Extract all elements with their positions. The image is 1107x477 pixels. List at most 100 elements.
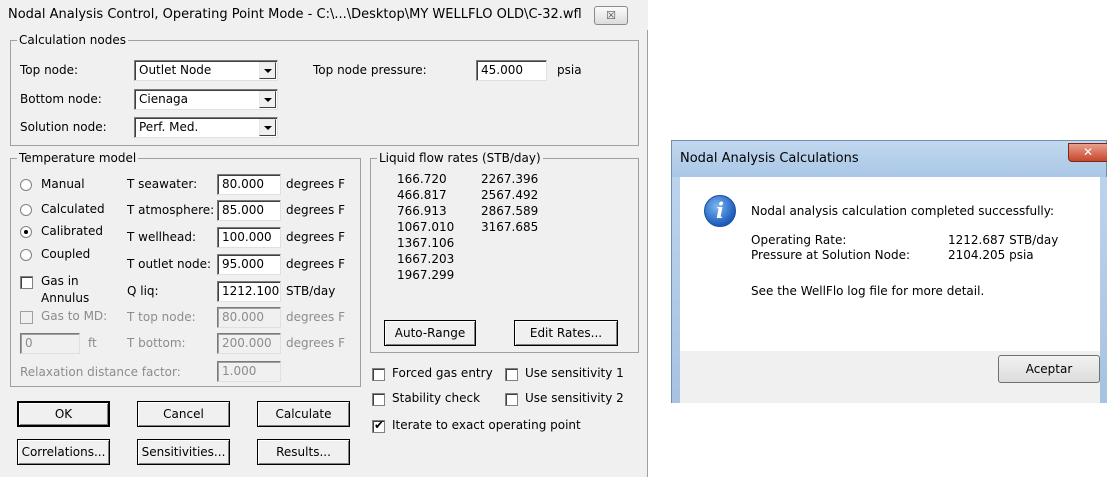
radio-coupled[interactable] bbox=[20, 249, 32, 261]
window-frame-left bbox=[672, 177, 680, 403]
radio-calculated[interactable] bbox=[20, 204, 32, 216]
temperature-model-legend: Temperature model bbox=[17, 151, 139, 165]
title-bar: Nodal Analysis Control, Operating Point … bbox=[0, 0, 648, 30]
forced-gas-label[interactable]: Forced gas entry bbox=[392, 366, 493, 380]
cancel-button[interactable]: Cancel bbox=[137, 401, 230, 427]
checkmark-icon: ✔ bbox=[374, 418, 385, 432]
t-outlet-unit: degrees F bbox=[286, 257, 346, 271]
t-seawater-input[interactable]: 80.000 bbox=[217, 174, 281, 195]
forced-gas-checkbox[interactable] bbox=[372, 368, 385, 381]
t-top-node-label: T top node: bbox=[127, 310, 196, 324]
radio-calculated-label[interactable]: Calculated bbox=[41, 202, 105, 216]
radio-manual[interactable] bbox=[20, 179, 32, 191]
auto-range-button[interactable]: Auto-Range bbox=[384, 320, 476, 346]
iterate-checkbox[interactable]: ✔ bbox=[372, 418, 385, 433]
flow-rate-value: 166.720 bbox=[397, 172, 447, 186]
nodal-results-dialog: Nodal Analysis Calculations ✕ i Nodal an… bbox=[671, 140, 1107, 403]
flow-rate-value: 2567.492 bbox=[481, 188, 539, 202]
t-top-node-unit: degrees F bbox=[286, 310, 346, 324]
pressure-unit: psia bbox=[557, 63, 582, 77]
flow-rates-legend: Liquid flow rates (STB/day) bbox=[377, 151, 543, 165]
window-frame-right bbox=[1100, 177, 1107, 403]
t-seawater-unit: degrees F bbox=[286, 177, 346, 191]
flow-rate-value: 1067.010 bbox=[397, 220, 455, 234]
t-seawater-label: T seawater: bbox=[127, 177, 198, 191]
t-outlet-label: T outlet node: bbox=[127, 257, 212, 271]
sensitivity-1-checkbox[interactable] bbox=[505, 368, 518, 381]
t-bottom-input[interactable]: 200.000 bbox=[217, 333, 281, 354]
pressure-value: 2104.205 psia bbox=[948, 248, 1034, 262]
flow-rates-column-1: 166.720 466.817 766.913 1067.010 1367.106 166… bbox=[397, 172, 457, 284]
info-icon-glyph: i bbox=[716, 198, 724, 223]
window-title: Nodal Analysis Control, Operating Point … bbox=[8, 7, 582, 22]
t-atmosphere-label: T atmosphere: bbox=[127, 203, 215, 217]
results-button[interactable]: Results... bbox=[257, 439, 350, 465]
t-top-node-input[interactable]: 80.000 bbox=[217, 307, 281, 328]
bottom-node-value: Cienaga bbox=[139, 92, 189, 106]
chevron-down-icon[interactable] bbox=[259, 119, 276, 136]
chevron-down-icon[interactable] bbox=[259, 91, 276, 108]
gas-to-md-checkbox[interactable] bbox=[20, 311, 33, 324]
gas-in-annulus-checkbox[interactable] bbox=[20, 276, 33, 289]
flow-rate-value: 2267.396 bbox=[481, 172, 539, 186]
temperature-model-group: Temperature model Manual Calculated Cali… bbox=[10, 151, 361, 387]
calculation-nodes-legend: Calculation nodes bbox=[17, 33, 128, 47]
t-bottom-unit: degrees F bbox=[286, 336, 346, 350]
top-node-value: Outlet Node bbox=[139, 63, 212, 77]
stability-checkbox[interactable] bbox=[372, 393, 385, 406]
gas-to-md-label: Gas to MD: bbox=[41, 309, 108, 323]
t-bottom-label: T bottom: bbox=[127, 336, 186, 350]
relaxation-input[interactable]: 1.000 bbox=[217, 361, 281, 382]
close-button[interactable]: ☒ bbox=[594, 6, 628, 25]
log-note: See the WellFlo log file for more detail… bbox=[751, 284, 985, 298]
ok-button[interactable]: OK bbox=[17, 401, 110, 427]
accept-button[interactable]: Aceptar bbox=[998, 355, 1100, 383]
bottom-node-select[interactable]: Cienaga bbox=[134, 89, 278, 110]
sensitivity-2-checkbox[interactable] bbox=[505, 393, 518, 406]
flow-rates-column-2: 2267.396 2567.492 2867.589 3167.685 bbox=[481, 172, 551, 236]
q-liq-input[interactable]: 1212.100 bbox=[217, 281, 281, 302]
result-title-bar: Nodal Analysis Calculations ✕ bbox=[672, 141, 1107, 177]
solution-node-label: Solution node: bbox=[20, 120, 107, 134]
stability-label[interactable]: Stability check bbox=[392, 391, 480, 405]
operating-rate-value: 1212.687 STB/day bbox=[948, 233, 1059, 247]
sensitivity-2-label[interactable]: Use sensitivity 2 bbox=[525, 391, 624, 405]
flow-rates-group: Liquid flow rates (STB/day) 166.720 466.8… bbox=[370, 151, 639, 353]
md-input[interactable]: 0 bbox=[20, 333, 80, 354]
radio-manual-label[interactable]: Manual bbox=[41, 177, 85, 191]
flow-rate-value: 766.913 bbox=[397, 204, 447, 218]
t-wellhead-input[interactable]: 100.000 bbox=[217, 227, 281, 248]
close-button[interactable]: ✕ bbox=[1068, 143, 1107, 162]
gas-in-annulus-label-1: Gas in bbox=[41, 274, 79, 288]
radio-coupled-label[interactable]: Coupled bbox=[41, 247, 90, 261]
pressure-label: Pressure at Solution Node: bbox=[751, 248, 910, 262]
result-message: Nodal analysis calculation completed suc… bbox=[751, 204, 1055, 218]
sensitivity-1-label[interactable]: Use sensitivity 1 bbox=[525, 366, 624, 380]
solution-node-select[interactable]: Perf. Med. bbox=[134, 117, 278, 138]
iterate-label[interactable]: Iterate to exact operating point bbox=[392, 418, 581, 432]
radio-calibrated-label[interactable]: Calibrated bbox=[41, 224, 103, 238]
t-atmosphere-input[interactable]: 85.000 bbox=[217, 200, 281, 221]
q-liq-unit: STB/day bbox=[286, 284, 336, 298]
flow-rate-value: 1667.203 bbox=[397, 252, 455, 266]
gas-in-annulus-label-2: Annulus bbox=[41, 291, 90, 305]
calculation-nodes-group: Calculation nodes Top node: Outlet Node … bbox=[10, 33, 639, 146]
sensitivities-button[interactable]: Sensitivities... bbox=[137, 439, 230, 465]
t-outlet-input[interactable]: 95.000 bbox=[217, 254, 281, 275]
flow-rate-value: 1967.299 bbox=[397, 268, 455, 282]
t-wellhead-unit: degrees F bbox=[286, 230, 346, 244]
radio-calibrated[interactable] bbox=[20, 226, 32, 238]
flow-rate-value: 3167.685 bbox=[481, 220, 539, 234]
chevron-down-icon[interactable] bbox=[259, 62, 276, 79]
operating-rate-label: Operating Rate: bbox=[751, 233, 847, 247]
t-atmosphere-unit: degrees F bbox=[286, 203, 346, 217]
calculate-button[interactable]: Calculate bbox=[257, 401, 350, 427]
edit-rates-button[interactable]: Edit Rates... bbox=[514, 320, 618, 346]
nodal-control-dialog: Nodal Analysis Control, Operating Point … bbox=[0, 0, 648, 477]
top-node-pressure-input[interactable]: 45.000 bbox=[476, 60, 547, 81]
flow-rate-value: 2867.589 bbox=[481, 204, 539, 218]
correlations-button[interactable]: Correlations... bbox=[17, 439, 110, 465]
top-node-select[interactable]: Outlet Node bbox=[134, 60, 278, 81]
q-liq-label: Q liq: bbox=[127, 284, 159, 298]
top-node-label: Top node: bbox=[20, 63, 79, 77]
